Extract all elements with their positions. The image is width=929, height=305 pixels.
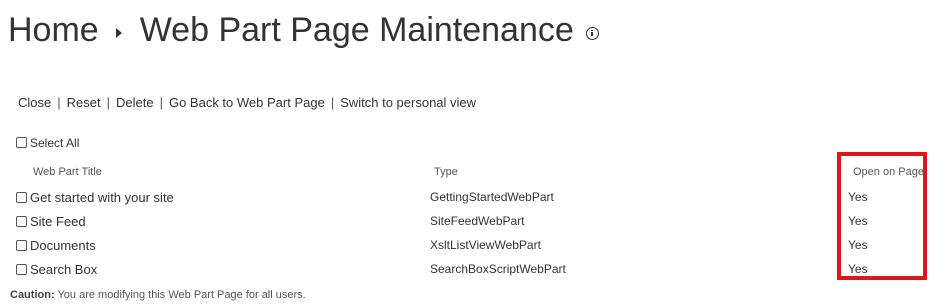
toolbar-separator: | xyxy=(57,95,61,110)
page-title-breadcrumb: Home Web Part Page Maintenance xyxy=(8,6,599,54)
column-header-type: Type xyxy=(434,166,458,178)
table-row-title: Site Feed xyxy=(16,214,86,229)
table-row-title: Search Box xyxy=(16,262,97,277)
info-icon[interactable] xyxy=(585,26,599,40)
delete-link[interactable]: Delete xyxy=(116,95,154,110)
toolbar-separator: | xyxy=(106,95,110,110)
web-part-title: Search Box xyxy=(30,262,98,277)
caution-label: Caution: xyxy=(10,289,55,301)
caution-message: Caution: You are modifying this Web Part… xyxy=(10,289,306,301)
caution-text: You are modifying this Web Part Page for… xyxy=(57,289,306,301)
row-checkbox[interactable] xyxy=(16,192,27,204)
row-checkbox[interactable] xyxy=(16,216,27,228)
row-checkbox[interactable] xyxy=(16,264,27,276)
close-link[interactable]: Close xyxy=(18,95,51,110)
select-all-checkbox[interactable] xyxy=(16,137,27,149)
page-title: Web Part Page Maintenance xyxy=(139,10,574,49)
web-part-title: Get started with your site xyxy=(30,190,174,205)
breadcrumb-home[interactable]: Home xyxy=(8,11,99,50)
highlight-box xyxy=(837,152,927,280)
toolbar-separator: | xyxy=(159,95,163,110)
switch-view-link[interactable]: Switch to personal view xyxy=(340,95,476,110)
web-part-type: XsltListViewWebPart xyxy=(430,238,541,252)
column-header-title: Web Part Title xyxy=(33,166,102,178)
action-toolbar: Close | Reset | Delete | Go Back to Web Part P… xyxy=(18,95,476,110)
table-row-title: Get started with your site xyxy=(16,190,174,205)
row-checkbox[interactable] xyxy=(16,240,27,252)
select-all-row: Select All xyxy=(16,136,79,150)
select-all-label[interactable]: Select All xyxy=(30,136,79,150)
table-row-title: Documents xyxy=(16,238,96,253)
reset-link[interactable]: Reset xyxy=(67,95,101,110)
go-back-link[interactable]: Go Back to Web Part Page xyxy=(169,95,325,110)
toolbar-separator: | xyxy=(330,95,335,110)
web-part-title: Documents xyxy=(30,238,96,253)
web-part-type: SearchBoxScriptWebPart xyxy=(430,262,566,276)
web-part-type: GettingStartedWebPart xyxy=(430,190,554,204)
caret-right-icon xyxy=(115,28,122,38)
web-part-title: Site Feed xyxy=(30,214,86,229)
web-part-type: SiteFeedWebPart xyxy=(430,214,525,228)
